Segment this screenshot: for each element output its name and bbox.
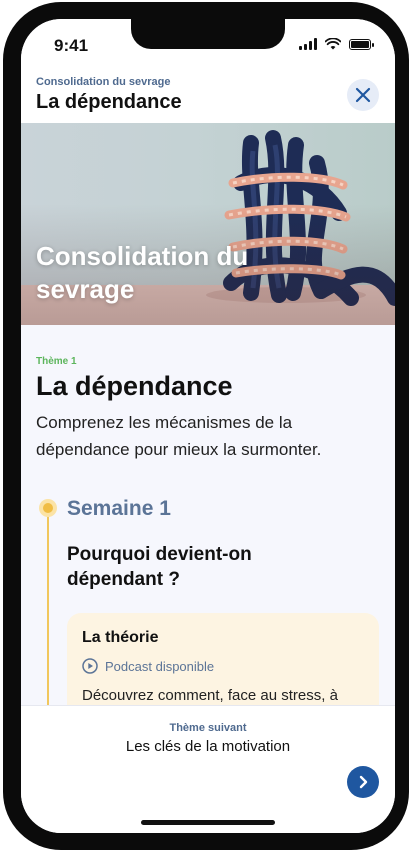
content: Thème 1 La dépendance Comprenez les méca… <box>21 325 395 733</box>
close-button[interactable] <box>347 79 379 111</box>
phone-mockup: 9:41 Consolidation du sevrage La dépenda… <box>0 0 415 852</box>
theme-title: La dépendance <box>36 371 233 401</box>
screen: 9:41 Consolidation du sevrage La dépenda… <box>21 19 395 833</box>
header-kicker: Consolidation du sevrage <box>36 76 171 88</box>
status-icons <box>299 38 374 50</box>
theme-kicker: Thème 1 <box>36 356 77 367</box>
chevron-right-icon <box>359 775 368 789</box>
header: Consolidation du sevrage La dépendance <box>21 69 395 124</box>
timeline-dot <box>39 499 57 517</box>
header-title: La dépendance <box>36 91 182 113</box>
hero-title: Consolidation du sevrage <box>36 241 249 304</box>
cellular-signal-icon <box>299 38 317 50</box>
next-theme-title: Les clés de la motivation <box>125 738 291 755</box>
footer: Thème suivant Les clés de la motivation <box>21 705 395 833</box>
next-theme-kicker: Thème suivant <box>169 722 247 734</box>
hero-banner: Consolidation du sevrage <box>21 123 395 325</box>
close-icon <box>355 87 371 103</box>
home-indicator <box>141 820 275 825</box>
play-circle-icon <box>82 658 98 674</box>
podcast-indicator: Podcast disponible <box>82 658 214 674</box>
lesson-card-text: Découvrez comment, face au stress, à <box>82 687 338 704</box>
wifi-icon <box>325 38 341 50</box>
podcast-label: Podcast disponible <box>105 658 215 674</box>
lesson-card-title: La théorie <box>82 629 159 646</box>
week-question: Pourquoi devient-on dépendant ? <box>67 544 252 590</box>
battery-icon <box>349 38 374 50</box>
status-time: 9:41 <box>54 36 89 55</box>
notch <box>131 19 285 49</box>
week-label: Semaine 1 <box>67 497 171 520</box>
next-theme-button[interactable] <box>347 766 379 798</box>
theme-description: Comprenez les mécanismes de la dépendanc… <box>36 413 322 459</box>
timeline-line <box>47 515 49 725</box>
